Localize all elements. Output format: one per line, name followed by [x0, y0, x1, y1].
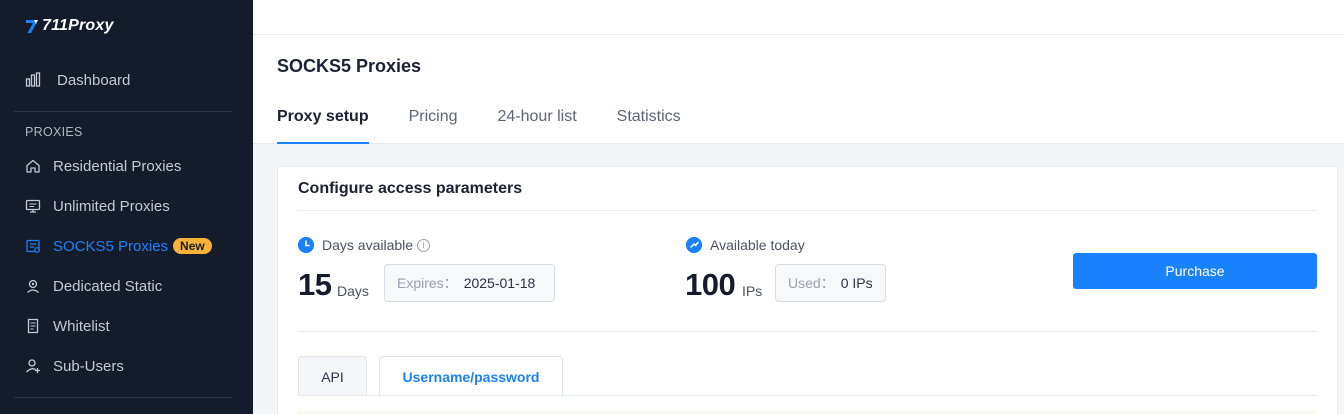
available-today-label: Available today	[686, 237, 805, 253]
monitor-icon	[25, 198, 41, 214]
used-value: 0 IPs	[840, 275, 873, 291]
sidebar-divider	[14, 397, 233, 398]
bar-chart-icon	[25, 72, 41, 88]
expires-pill: Expires： 2025-01-18	[384, 264, 555, 302]
expires-key: Expires：	[397, 275, 458, 291]
brand-name: 711Proxy	[42, 17, 114, 34]
page-header: SOCKS5 Proxies Proxy setup Pricing 24-ho…	[253, 35, 1344, 144]
days-available-text: Days available	[322, 237, 414, 253]
available-today-text: Available today	[710, 237, 805, 253]
home-icon	[25, 158, 41, 174]
tab-proxy-setup[interactable]: Proxy setup	[277, 108, 369, 144]
socks-icon	[25, 238, 41, 254]
info-icon[interactable]: i	[417, 238, 431, 252]
sidebar-item-label: Dedicated Static	[53, 277, 163, 295]
sidebar-item-dashboard[interactable]: Dashboard	[25, 69, 130, 91]
card-divider	[298, 331, 1316, 332]
auth-subtabs: API Username/password	[298, 356, 575, 396]
page-title: SOCKS5 Proxies	[277, 56, 422, 76]
tab-24-hour-list[interactable]: 24-hour list	[498, 108, 577, 144]
rocket-icon	[686, 237, 702, 253]
sidebar-item-sub-users[interactable]: Sub-Users	[25, 355, 124, 377]
tab-pricing[interactable]: Pricing	[409, 108, 458, 144]
add-user-icon	[25, 358, 41, 374]
tab-statistics[interactable]: Statistics	[617, 108, 681, 144]
sidebar-section-label: PROXIES	[25, 125, 83, 139]
configure-access-card: Configure access parameters Days availab…	[277, 166, 1338, 414]
used-key: Used：	[788, 275, 835, 291]
brand-logo[interactable]: 711Proxy	[25, 15, 114, 37]
subtab-username-password[interactable]: Username/password	[379, 356, 563, 396]
sidebar-item-label: Residential Proxies	[53, 157, 182, 175]
page-tabs: Proxy setup Pricing 24-hour list Statist…	[277, 108, 721, 144]
sidebar-divider	[14, 111, 233, 112]
days-available-value: 15	[298, 267, 332, 302]
logo-mark-icon	[26, 20, 38, 33]
used-pill: Used： 0 IPs	[775, 264, 886, 302]
sidebar-item-socks5-proxies[interactable]: SOCKS5 Proxies New	[25, 235, 212, 257]
sidebar-item-dedicated-static[interactable]: Dedicated Static	[25, 275, 162, 297]
sidebar-item-label: Dashboard	[57, 71, 131, 89]
new-badge: New	[173, 238, 212, 254]
sidebar-item-label: Whitelist	[53, 317, 110, 335]
sidebar-item-label: Unlimited Proxies	[53, 197, 170, 215]
card-title: Configure access parameters	[298, 180, 523, 197]
clock-icon	[298, 237, 314, 253]
available-today-value: 100	[685, 267, 736, 302]
subtab-api[interactable]: API	[298, 356, 367, 396]
top-bar	[253, 0, 1344, 35]
sidebar: 711Proxy Dashboard PROXIES Residential P…	[0, 0, 253, 414]
sidebar-item-whitelist[interactable]: Whitelist	[25, 315, 110, 337]
ips-unit: IPs	[742, 283, 763, 299]
sidebar-item-unlimited-proxies[interactable]: Unlimited Proxies	[25, 195, 170, 217]
sidebar-item-label: SOCKS5 Proxies	[53, 237, 169, 255]
document-icon	[25, 318, 41, 334]
sidebar-item-residential-proxies[interactable]: Residential Proxies	[25, 155, 181, 177]
purchase-button[interactable]: Purchase	[1073, 253, 1317, 289]
subtabs-divider	[298, 395, 1316, 396]
card-divider	[298, 210, 1316, 211]
sidebar-item-label: Sub-Users	[53, 357, 124, 375]
days-available-label: Days available i	[298, 237, 431, 253]
days-unit: Days	[337, 283, 369, 299]
user-location-icon	[25, 278, 41, 294]
expires-value: 2025-01-18	[463, 275, 536, 291]
